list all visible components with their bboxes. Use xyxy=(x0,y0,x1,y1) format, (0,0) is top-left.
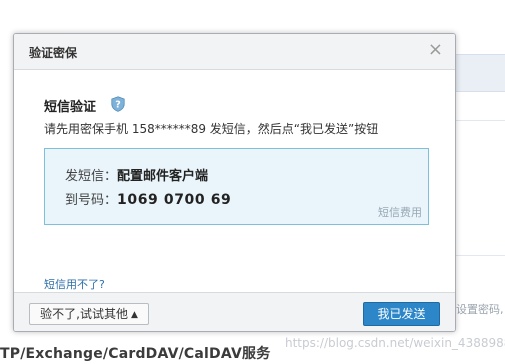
help-symbol: ? xyxy=(115,100,121,111)
sms-info-box: 发短信：配置邮件客户端 到号码：1069 0700 69 短信费用 xyxy=(44,148,429,225)
send-content-value: 配置邮件客户端 xyxy=(117,169,209,184)
background-header-band xyxy=(455,54,505,92)
try-other-method-label: 验不了,试试其他 xyxy=(40,307,128,321)
background-divider xyxy=(455,255,505,256)
sms-description: 请先用密保手机 158******89 发短信，然后点“我已发送”按钮 xyxy=(44,122,379,136)
background-text: 设置密码, xyxy=(456,303,504,316)
sms-verify-heading: 短信验证 xyxy=(44,100,97,115)
close-icon[interactable]: × xyxy=(428,40,443,60)
background-divider xyxy=(455,120,505,121)
dialog-title: 验证密保 xyxy=(29,46,78,60)
send-content-row: 发短信：配置邮件客户端 xyxy=(65,165,208,184)
dialog-footer: 验不了,试试其他 ▲ 我已发送 xyxy=(14,292,455,331)
sms-fee-note: 短信费用 xyxy=(378,206,422,219)
dialog-header: 验证密保 × xyxy=(14,34,455,70)
watermark: https://blog.csdn.net/weixin_43889881 xyxy=(285,336,505,350)
caret-up-icon: ▲ xyxy=(130,310,138,320)
try-other-method-button[interactable]: 验不了,试试其他 ▲ xyxy=(29,303,149,325)
target-number-value: 1069 0700 69 xyxy=(117,192,232,208)
target-number-row: 到号码：1069 0700 69 xyxy=(65,189,231,208)
background-services-text: TP/Exchange/CardDAV/CalDAV服务 xyxy=(0,346,271,362)
target-number-label: 到号码： xyxy=(65,193,118,208)
sms-unavailable-link[interactable]: 短信用不了? xyxy=(44,276,105,292)
help-shield-icon[interactable]: ? xyxy=(110,96,126,112)
i-have-sent-button[interactable]: 我已发送 xyxy=(363,302,440,326)
send-content-label: 发短信： xyxy=(65,169,118,184)
verify-security-dialog: 验证密保 × 短信验证 ? 请先用密保手机 158******89 发短信，然后… xyxy=(13,33,456,332)
